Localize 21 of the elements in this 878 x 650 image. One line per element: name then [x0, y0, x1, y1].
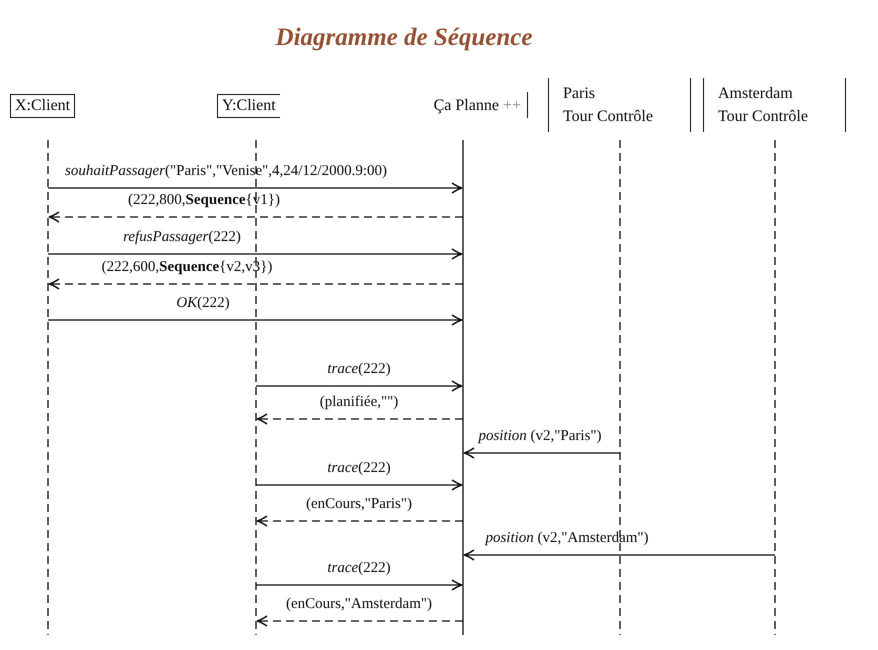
message-label: (222,800,Sequence{v1})	[128, 191, 280, 210]
object-label: Ça Planne ++	[434, 96, 521, 116]
message-label: (enCours,"Paris")	[306, 495, 412, 514]
message-label: OK(222)	[176, 294, 230, 313]
message-label: trace(222)	[327, 360, 391, 379]
object-label: Tour Contrôle	[563, 107, 653, 127]
message-label: (222,600,Sequence{v2,v3})	[102, 258, 272, 277]
message-label: (enCours,"Amsterdam")	[286, 595, 432, 614]
message-label: souhaitPassager("Paris","Venise",4,24/12/2000.9:00)	[65, 162, 387, 181]
diagram-title: Diagramme de Séquence	[274, 24, 534, 52]
object-label: Tour Contrôle	[718, 107, 808, 127]
message-label: position (v2,"Amsterdam")	[485, 529, 649, 548]
object-label: Y:Client	[217, 94, 280, 118]
object-label: Amsterdam	[718, 84, 794, 104]
message-label: (planifiée,"")	[320, 393, 398, 412]
message-label: refusPassager(222)	[123, 228, 241, 247]
message-label: trace(222)	[327, 459, 391, 478]
object-label: X:Client	[10, 94, 76, 118]
message-label: position (v2,"Paris")	[478, 427, 602, 446]
message-label: trace(222)	[327, 559, 391, 578]
object-label: Paris	[563, 84, 596, 104]
